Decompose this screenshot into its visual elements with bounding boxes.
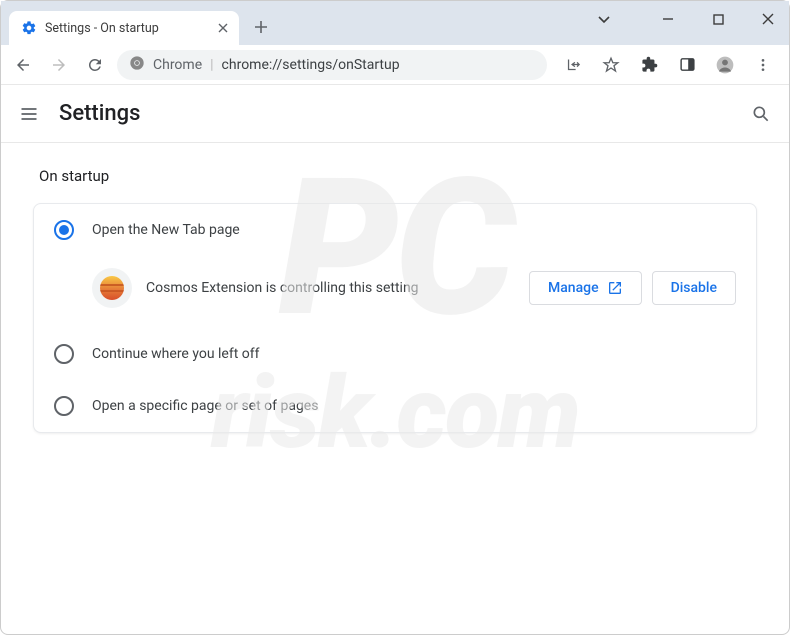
open-in-new-icon — [607, 280, 623, 296]
radio-checked-icon[interactable] — [54, 220, 74, 240]
option-label: Open a specific page or set of pages — [92, 398, 318, 414]
page-title: Settings — [59, 101, 731, 126]
option-open-new-tab[interactable]: Open the New Tab page — [34, 204, 756, 256]
window-maximize-button[interactable] — [703, 7, 733, 31]
reload-button[interactable] — [81, 51, 109, 79]
extension-message: Cosmos Extension is controlling this set… — [146, 280, 515, 296]
window-controls — [589, 7, 783, 31]
window-close-button[interactable] — [753, 7, 783, 31]
cosmos-extension-icon — [100, 276, 124, 300]
option-specific-pages[interactable]: Open a specific page or set of pages — [34, 380, 756, 432]
omnibox-url: chrome://settings/onStartup — [222, 57, 400, 73]
startup-options-card: Open the New Tab page Cosmos Extension i… — [33, 203, 757, 433]
extension-icon-wrap — [92, 268, 132, 308]
manage-button-label: Manage — [548, 280, 599, 296]
window-minimize-button[interactable] — [653, 7, 683, 31]
tab-close-icon[interactable] — [215, 20, 231, 36]
toolbar-right-icons — [555, 51, 781, 79]
radio-unchecked-icon[interactable] — [54, 344, 74, 364]
side-panel-icon[interactable] — [673, 51, 701, 79]
disable-button-label: Disable — [671, 280, 717, 296]
settings-app-bar: Settings — [1, 85, 789, 143]
tab-title: Settings - On startup — [45, 21, 207, 36]
bookmark-star-icon[interactable] — [597, 51, 625, 79]
browser-tab[interactable]: Settings - On startup — [9, 11, 239, 45]
chrome-menu-icon[interactable] — [749, 51, 777, 79]
section-title: On startup — [33, 167, 757, 185]
browser-toolbar: Chrome | chrome://settings/onStartup — [1, 45, 789, 85]
back-button[interactable] — [9, 51, 37, 79]
option-continue[interactable]: Continue where you left off — [34, 328, 756, 380]
profile-avatar-icon[interactable] — [711, 51, 739, 79]
option-label: Continue where you left off — [92, 346, 260, 362]
disable-extension-button[interactable]: Disable — [652, 271, 736, 305]
address-bar[interactable]: Chrome | chrome://settings/onStartup — [117, 50, 547, 80]
search-icon[interactable] — [751, 104, 771, 124]
forward-button — [45, 51, 73, 79]
manage-extension-button[interactable]: Manage — [529, 271, 642, 305]
tab-search-chevron-icon[interactable] — [589, 7, 619, 31]
settings-content: On startup Open the New Tab page Cosmos … — [1, 143, 789, 457]
chrome-product-icon — [129, 55, 145, 75]
hamburger-menu-icon[interactable] — [19, 104, 39, 124]
settings-gear-icon — [21, 20, 37, 36]
omnibox-scheme-label: Chrome — [153, 57, 202, 73]
extensions-puzzle-icon[interactable] — [635, 51, 663, 79]
extension-control-notice: Cosmos Extension is controlling this set… — [34, 256, 756, 328]
radio-unchecked-icon[interactable] — [54, 396, 74, 416]
window-titlebar: Settings - On startup — [1, 1, 789, 45]
option-label: Open the New Tab page — [92, 222, 240, 238]
share-icon[interactable] — [559, 51, 587, 79]
new-tab-button[interactable] — [247, 13, 275, 41]
